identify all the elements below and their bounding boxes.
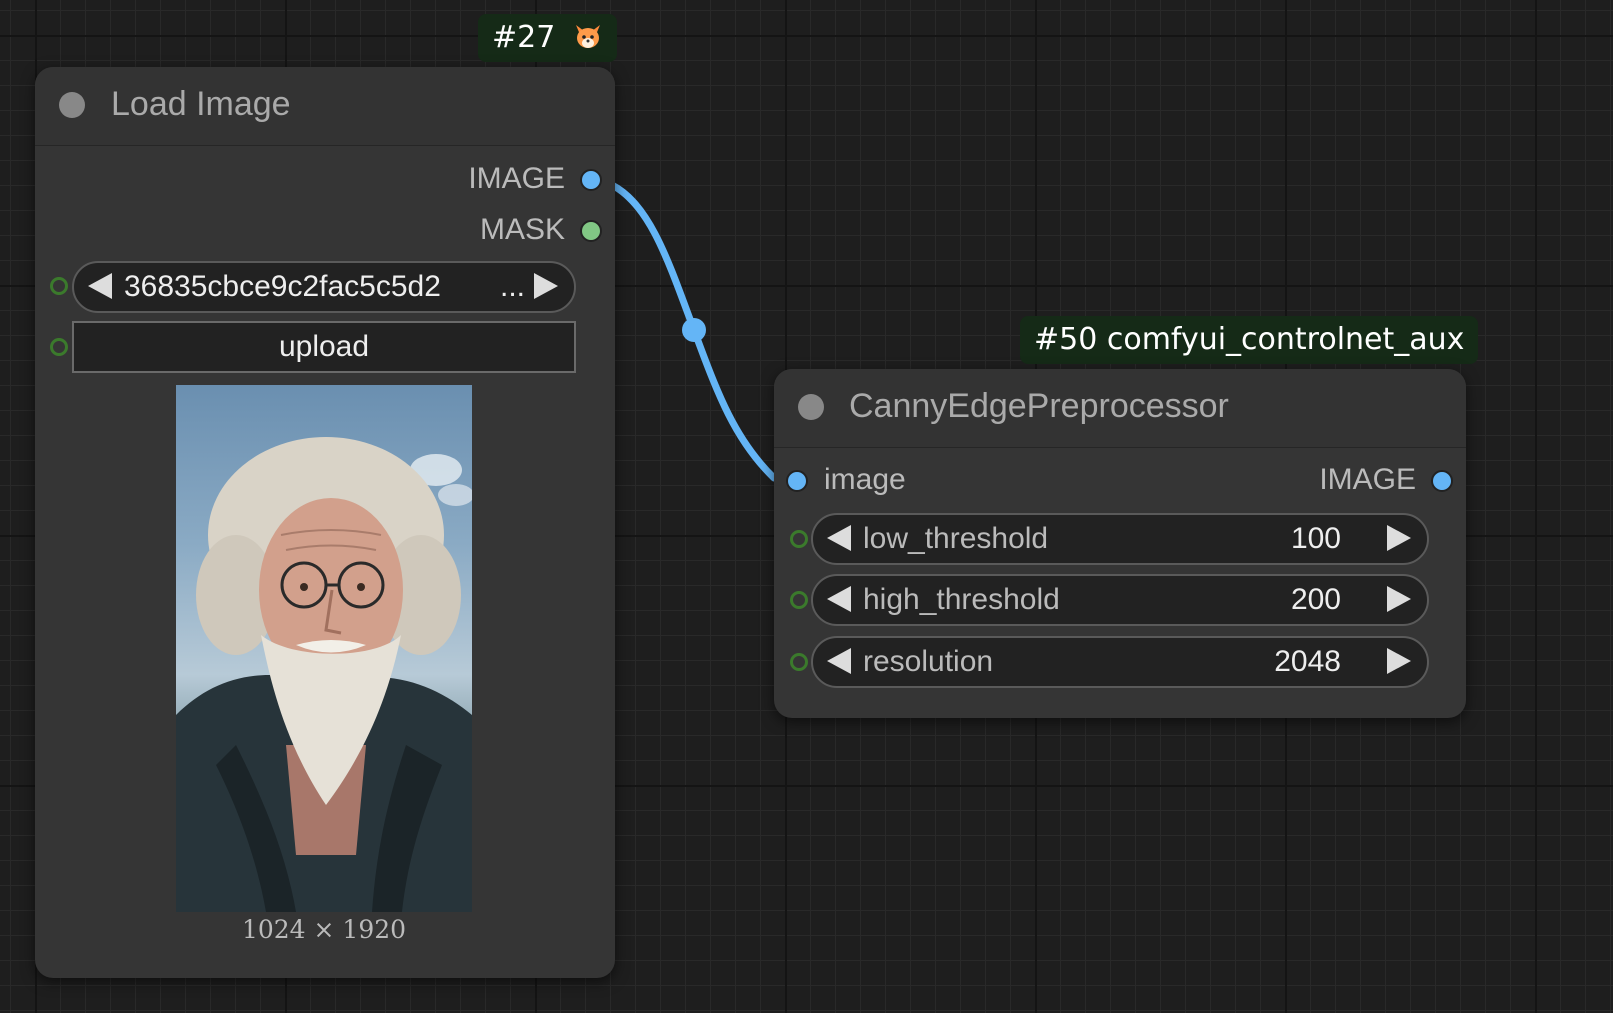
decrement-arrow-icon[interactable]	[827, 648, 851, 674]
load-image-node[interactable]: Load Image IMAGE MASK 36835cbce9c2fac5c5…	[35, 67, 615, 978]
widget-name: resolution	[863, 645, 994, 678]
widget-value[interactable]: 2048	[1274, 645, 1341, 679]
portrait-illustration	[176, 437, 472, 912]
increment-arrow-icon[interactable]	[1387, 648, 1411, 674]
filename-ellipsis: ...	[500, 270, 526, 303]
prev-arrow-icon[interactable]	[88, 273, 112, 299]
widget-value[interactable]: 100	[1291, 522, 1341, 556]
decrement-arrow-icon[interactable]	[827, 525, 851, 551]
widget-input-slot-upload[interactable]	[50, 338, 68, 356]
widget-name: high_threshold	[863, 583, 1060, 616]
node-badge-27: #27	[478, 14, 617, 62]
widget-input-slot-low-threshold[interactable]	[790, 530, 808, 548]
link-midpoint	[682, 318, 706, 342]
collapse-dot[interactable]	[798, 394, 824, 420]
increment-arrow-icon[interactable]	[1387, 525, 1411, 551]
link-path	[608, 181, 778, 482]
output-label-mask: MASK	[479, 213, 565, 246]
input-slot-image[interactable]	[786, 470, 808, 492]
output-slot-image[interactable]	[1431, 470, 1453, 492]
next-arrow-icon[interactable]	[534, 273, 558, 299]
high-threshold-widget[interactable]: high_threshold 200	[811, 574, 1429, 626]
output-slot-mask[interactable]	[580, 220, 602, 242]
image-filename: 36835cbce9c2fac5c5d2	[124, 270, 441, 303]
widget-name: low_threshold	[863, 522, 1049, 555]
low-threshold-widget[interactable]: low_threshold 100	[811, 513, 1429, 565]
resolution-widget[interactable]: resolution 2048	[811, 636, 1429, 688]
node-title: Load Image	[111, 85, 291, 123]
widget-input-slot-resolution[interactable]	[790, 653, 808, 671]
image-preview	[176, 385, 472, 912]
image-combo-widget[interactable]: 36835cbce9c2fac5c5d2 ...	[72, 261, 576, 313]
widget-input-slot-high-threshold[interactable]	[790, 591, 808, 609]
image-dimensions: 1024 × 1920	[241, 915, 407, 944]
node-title-bar[interactable]: Load Image	[35, 67, 615, 146]
fox-icon	[573, 18, 603, 48]
output-slot-image[interactable]	[580, 169, 602, 191]
collapse-dot[interactable]	[59, 92, 85, 118]
upload-button[interactable]: upload	[72, 321, 576, 373]
decrement-arrow-icon[interactable]	[827, 586, 851, 612]
graph-canvas[interactable]: #27 Load Image IMAGE MASK 36835cbce9c2fa…	[0, 0, 1613, 1013]
node-title: CannyEdgePreprocessor	[849, 387, 1229, 425]
output-label-image: IMAGE	[468, 162, 565, 195]
node-id-label: #27	[492, 20, 556, 55]
widget-value[interactable]: 200	[1291, 583, 1341, 617]
node-title-bar[interactable]: CannyEdgePreprocessor	[774, 369, 1466, 448]
input-label-image: image	[824, 463, 906, 496]
increment-arrow-icon[interactable]	[1387, 586, 1411, 612]
node-badge-50: #50 comfyui_controlnet_aux	[1020, 316, 1479, 364]
canny-edge-node[interactable]: CannyEdgePreprocessor image IMAGE low_th…	[774, 369, 1466, 718]
widget-input-slot-image[interactable]	[50, 277, 68, 295]
output-label-image: IMAGE	[1319, 463, 1416, 496]
